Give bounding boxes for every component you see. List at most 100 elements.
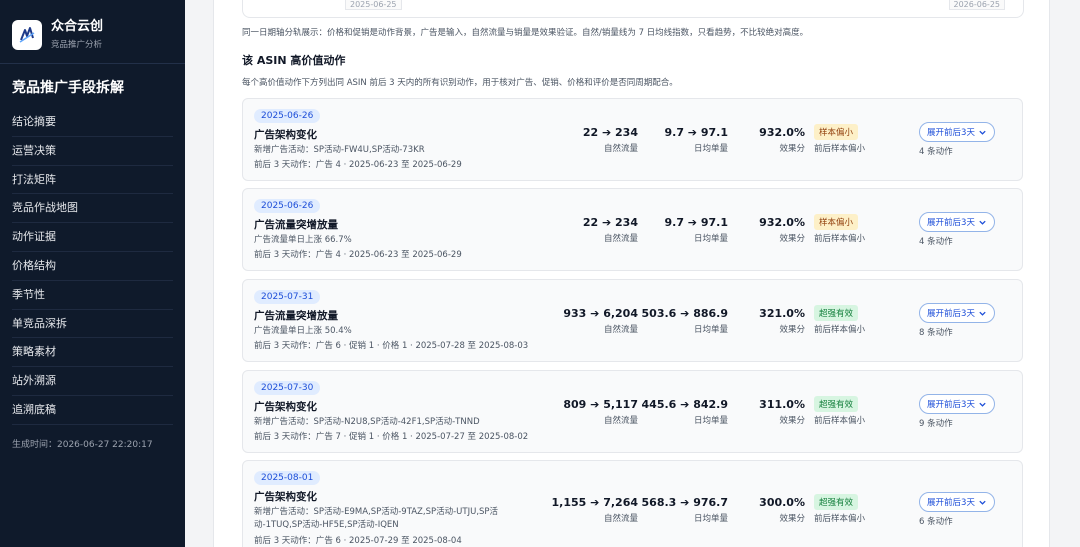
sample-note: 前后样本偏小 [814, 514, 866, 524]
metric-value: 932.0% [759, 216, 805, 229]
section-description: 每个高价值动作下方列出同 ASIN 前后 3 天内的所有识别动作，用于核对广告、… [242, 78, 678, 88]
status-badge: 超强有效 [814, 396, 859, 412]
action-date-badge: 2025-07-31 [254, 290, 321, 304]
action-card: 2025-06-26 广告流量突增放量 广告流量单日上涨 66.7% 前后 3 天动作… [242, 188, 1023, 271]
action-count: 6 条动作 [919, 517, 953, 527]
metric-daily-orders: 9.7 ➔ 97.1 日均单量 [638, 216, 728, 244]
metric-value: 445.6 ➔ 842.9 [641, 398, 728, 411]
metric-value: 932.0% [759, 126, 805, 139]
sample-note: 前后样本偏小 [814, 144, 866, 154]
metric-label: 效果分 [779, 325, 805, 335]
sidebar-nav-item[interactable]: 站外溯源 [12, 367, 173, 396]
metric-value: 311.0% [759, 398, 805, 411]
expand-window-button[interactable]: 展开前后3天 [919, 492, 995, 512]
action-window: 前后 3 天动作：广告 4 · 2025-06-23 至 2025-06-29 [254, 160, 462, 170]
expand-button-label: 展开前后3天 [927, 128, 975, 138]
expand-window-button[interactable]: 展开前后3天 [919, 394, 995, 414]
metric-natural-traffic: 22 ➔ 234 自然流量 [543, 126, 638, 154]
status-badge: 样本偏小 [814, 214, 859, 230]
chevron-down-icon [979, 402, 986, 407]
metric-label: 自然流量 [603, 325, 638, 335]
sidebar-nav-item[interactable]: 打法矩阵 [12, 166, 173, 195]
expand-window-button[interactable]: 展开前后3天 [919, 212, 995, 232]
expand-button-label: 展开前后3天 [927, 400, 975, 410]
metric-label: 自然流量 [603, 234, 638, 244]
brand-logo-icon [12, 19, 42, 50]
metric-daily-orders: 445.6 ➔ 842.9 日均单量 [638, 398, 728, 426]
metric-effect-score: 300.0% 效果分 [738, 496, 805, 524]
metric-label: 效果分 [779, 144, 805, 154]
chevron-down-icon [979, 220, 986, 225]
metric-value: 568.3 ➔ 976.7 [641, 496, 728, 509]
chart-start-date: 2025-06-25 [345, 0, 402, 10]
sidebar: 众合云创 竞品推广分析 竞品推广手段拆解 结论摘要 运营决策 打法矩阵 竞品作战地图动… [0, 0, 185, 547]
metric-natural-traffic: 1,155 ➔ 7,264 自然流量 [543, 496, 638, 524]
metric-value: 933 ➔ 6,204 [563, 307, 638, 320]
sidebar-nav-item[interactable]: 单竞品深拆 [12, 310, 173, 339]
chevron-down-icon [979, 130, 986, 135]
sidebar-nav-item[interactable]: 策略素材 [12, 338, 173, 368]
action-title: 广告架构变化 [254, 401, 317, 413]
generated-time: 生成时间：2026-06-27 22:20:17 [12, 439, 153, 450]
sidebar-nav: 结论摘要 运营决策 打法矩阵 竞品作战地图 动作证据 价格结构 季节性 单竞品深拆 策略素材 站外… [0, 108, 185, 425]
brand: 众合云创 竞品推广分析 [0, 0, 185, 64]
sidebar-nav-item[interactable]: 价格结构 [12, 252, 173, 281]
metric-label: 效果分 [779, 416, 805, 426]
metric-label: 自然流量 [603, 144, 638, 154]
sidebar-nav-item[interactable]: 季节性 [12, 281, 173, 310]
metric-value: 22 ➔ 234 [582, 126, 638, 139]
sample-note: 前后样本偏小 [814, 325, 866, 335]
expand-window-button[interactable]: 展开前后3天 [919, 303, 995, 323]
metric-value: 321.0% [759, 307, 805, 320]
chevron-down-icon [979, 311, 986, 316]
action-detail: 新增广告活动：SP活动-E9MA,SP活动-9TAZ,SP活动-UTJU,SP活… [254, 507, 499, 530]
sidebar-nav-item[interactable]: 追溯底稿 [12, 396, 173, 425]
brand-name: 众合云创 [51, 19, 104, 34]
expand-window-button[interactable]: 展开前后3天 [919, 122, 995, 142]
metric-label: 日均单量 [693, 325, 728, 335]
action-window: 前后 3 天动作：广告 6 · 2025-07-29 至 2025-08-04 [254, 536, 462, 546]
status-badge: 样本偏小 [814, 124, 859, 140]
action-date-badge: 2025-07-30 [254, 381, 321, 395]
action-card: 2025-07-30 广告架构变化新增广告活动：SP活动-N2U8,SP活动-42… [242, 370, 1023, 453]
metric-label: 日均单量 [693, 416, 728, 426]
metric-natural-traffic: 809 ➔ 5,117 自然流量 [543, 398, 638, 426]
status-badge: 超强有效 [814, 305, 859, 321]
sidebar-nav-item[interactable]: 运营决策 [12, 137, 173, 166]
action-window: 前后 3 天动作：广告 7 · 促销 1 · 价格 1 · 2025-07-27… [254, 432, 529, 442]
chart-end-date: 2026-06-25 [948, 0, 1005, 10]
status-badge: 超强有效 [814, 494, 859, 510]
action-count: 4 条动作 [919, 147, 953, 157]
brand-subtitle: 竞品推广分析 [51, 40, 103, 50]
action-detail: 广告流量单日上涨 66.7% [254, 235, 352, 245]
action-date-badge: 2025-06-26 [254, 199, 321, 213]
action-detail: 广告流量单日上涨 50.4% [254, 326, 352, 336]
action-count: 8 条动作 [919, 328, 953, 338]
action-card: 2025-06-26 广告架构变化 新增广告活动：SP活动-FW4U,SP活动-73… [242, 98, 1023, 181]
expand-button-label: 展开前后3天 [927, 218, 975, 228]
metric-value: 9.7 ➔ 97.1 [664, 216, 728, 229]
action-card: 2025-07-31 广告流量突增放量 广告流量单日上涨 50.4% 前后 3 天动作… [242, 279, 1023, 362]
metric-value: 503.6 ➔ 886.9 [641, 307, 728, 320]
metric-value: 300.0% [759, 496, 805, 509]
sample-note: 前后样本偏小 [814, 234, 866, 244]
metric-value: 9.7 ➔ 97.1 [664, 126, 728, 139]
metric-daily-orders: 568.3 ➔ 976.7 日均单量 [638, 496, 728, 524]
action-card: 2025-08-01 广告架构变化 新增广告活动：SP活动-E9MA,SP活动-9T… [242, 460, 1023, 547]
sidebar-title: 竞品推广手段拆解 [12, 80, 124, 96]
metric-label: 自然流量 [603, 514, 638, 524]
action-date-badge: 2025-08-01 [254, 471, 321, 485]
expand-button-label: 展开前后3天 [927, 498, 975, 508]
action-detail: 新增广告活动：SP活动-FW4U,SP活动-73KR [254, 145, 425, 155]
action-detail: 新增广告活动：SP活动-N2U8,SP活动-42F1,SP活动-TNND [254, 417, 480, 427]
action-title: 广告流量突增放量 [254, 310, 338, 322]
chevron-down-icon [979, 500, 986, 505]
metric-effect-score: 932.0% 效果分 [738, 216, 805, 244]
action-date-badge: 2025-06-26 [254, 109, 321, 123]
action-count: 9 条动作 [919, 419, 953, 429]
metric-label: 日均单量 [693, 234, 728, 244]
sidebar-nav-item[interactable]: 竞品作战地图 [12, 194, 173, 224]
sidebar-nav-item[interactable]: 结论摘要 [12, 108, 173, 137]
metric-daily-orders: 503.6 ➔ 886.9 日均单量 [638, 307, 728, 335]
sidebar-nav-item[interactable]: 动作证据 [12, 223, 173, 252]
